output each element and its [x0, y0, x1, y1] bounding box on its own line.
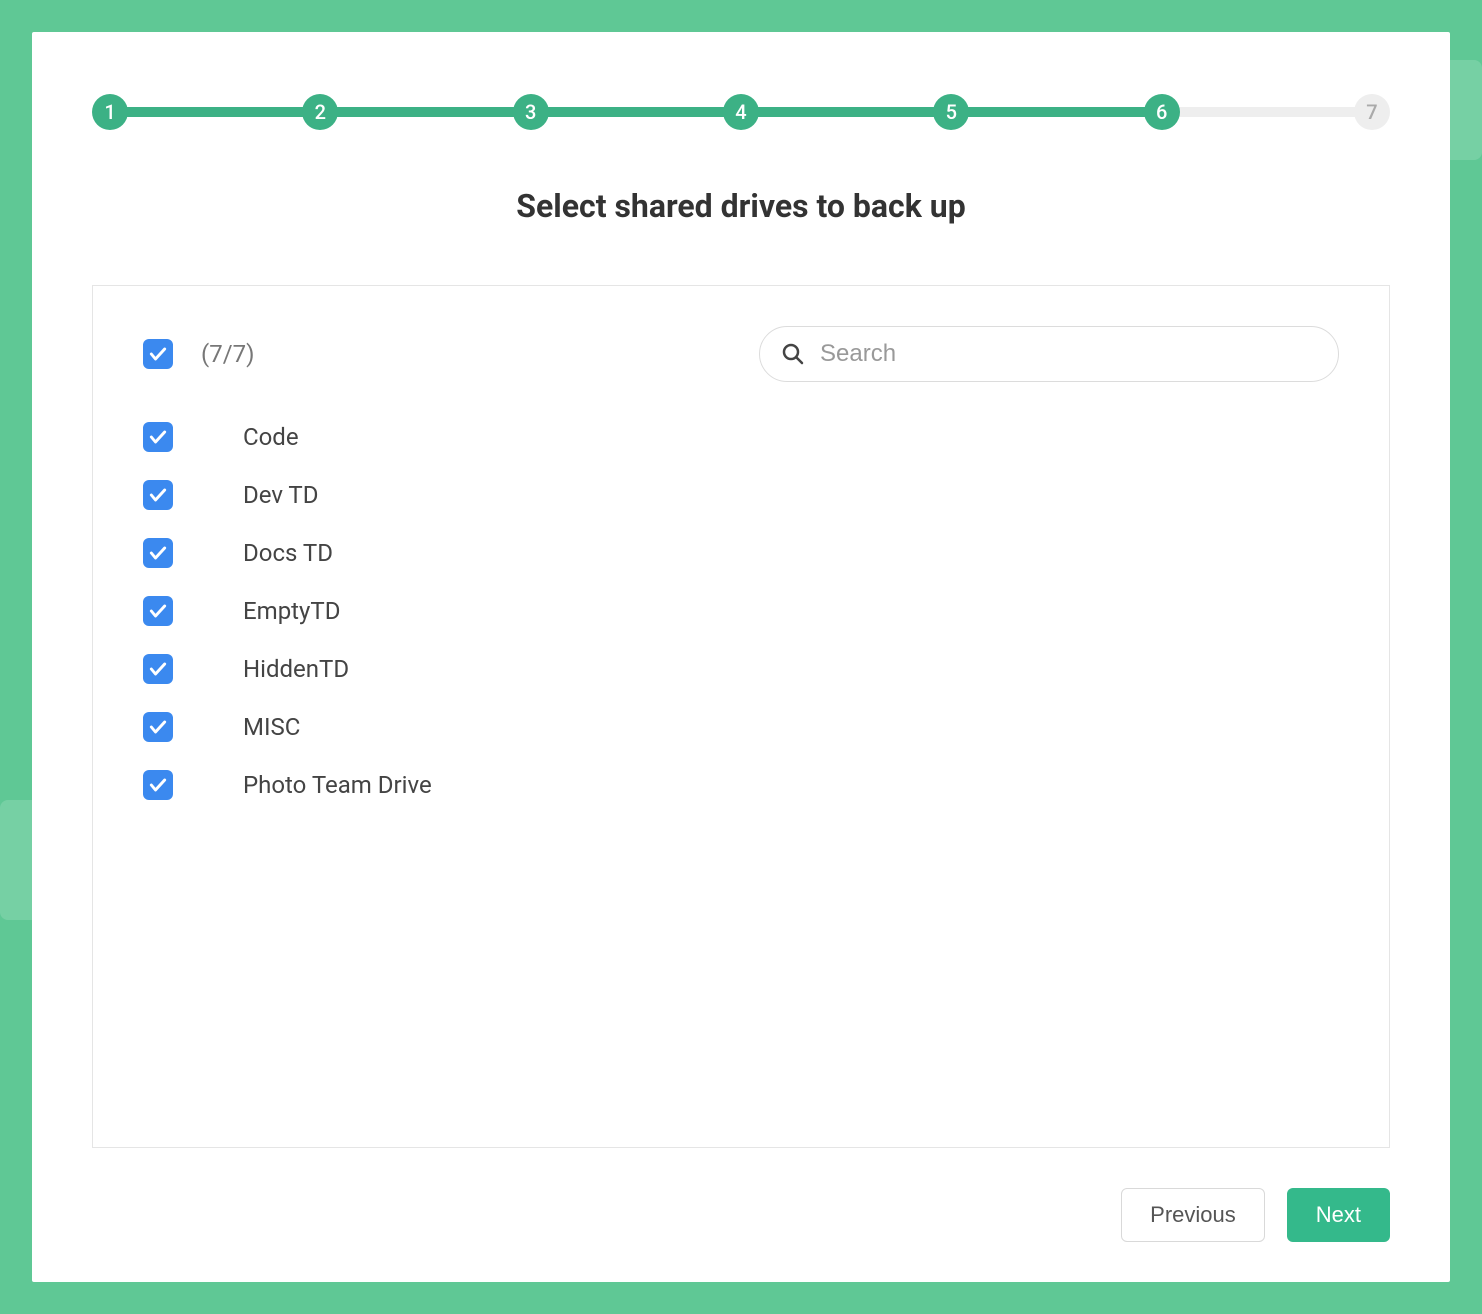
drive-row: Photo Team Drive [143, 770, 1339, 800]
step-node-6[interactable]: 6 [1144, 94, 1180, 130]
select-all-checkbox[interactable] [143, 339, 173, 369]
drive-label: Dev TD [243, 481, 319, 509]
next-button[interactable]: Next [1287, 1188, 1390, 1242]
drive-checkbox[interactable] [143, 422, 173, 452]
drive-row: HiddenTD [143, 654, 1339, 684]
wizard-footer: Previous Next [92, 1188, 1390, 1242]
checkmark-icon [148, 601, 168, 621]
search-input[interactable] [759, 326, 1339, 382]
drive-label: Docs TD [243, 539, 333, 567]
drive-label: MISC [243, 713, 300, 741]
search-field-wrap [759, 326, 1339, 382]
drive-checkbox[interactable] [143, 654, 173, 684]
selection-count-label: (7/7) [201, 340, 254, 368]
drive-label: Code [243, 423, 299, 451]
drive-label: Photo Team Drive [243, 771, 432, 799]
drive-label: EmptyTD [243, 597, 340, 625]
drives-panel: (7/7) Code Dev TD Docs TD EmptyTD HiddenTD MI… [92, 285, 1390, 1148]
drive-row: Code [143, 422, 1339, 452]
checkmark-icon [148, 775, 168, 795]
step-node-7[interactable]: 7 [1354, 94, 1390, 130]
drive-checkbox[interactable] [143, 538, 173, 568]
drive-checkbox[interactable] [143, 596, 173, 626]
drive-checkbox[interactable] [143, 770, 173, 800]
drive-label: HiddenTD [243, 655, 349, 683]
checkmark-icon [148, 485, 168, 505]
previous-button[interactable]: Previous [1121, 1188, 1265, 1242]
step-node-2[interactable]: 2 [302, 94, 338, 130]
drive-row: Dev TD [143, 480, 1339, 510]
step-node-4[interactable]: 4 [723, 94, 759, 130]
page-title: Select shared drives to back up [92, 187, 1390, 225]
drive-row: MISC [143, 712, 1339, 742]
checkmark-icon [148, 427, 168, 447]
drive-checkbox[interactable] [143, 480, 173, 510]
drive-row: EmptyTD [143, 596, 1339, 626]
panel-header: (7/7) [143, 326, 1339, 382]
select-all-group: (7/7) [143, 339, 254, 369]
checkmark-icon [148, 543, 168, 563]
search-icon [781, 342, 805, 366]
step-node-1[interactable]: 1 [92, 94, 128, 130]
checkmark-icon [148, 717, 168, 737]
step-node-3[interactable]: 3 [513, 94, 549, 130]
drive-checkbox[interactable] [143, 712, 173, 742]
drive-list: Code Dev TD Docs TD EmptyTD HiddenTD MISC Phot… [143, 422, 1339, 800]
drive-row: Docs TD [143, 538, 1339, 568]
checkmark-icon [148, 659, 168, 679]
step-node-5[interactable]: 5 [933, 94, 969, 130]
wizard-card: 1234567 Select shared drives to back up … [32, 32, 1450, 1282]
stepper: 1 2 3 4 5 6 7 [92, 92, 1390, 132]
checkmark-icon [148, 344, 168, 364]
